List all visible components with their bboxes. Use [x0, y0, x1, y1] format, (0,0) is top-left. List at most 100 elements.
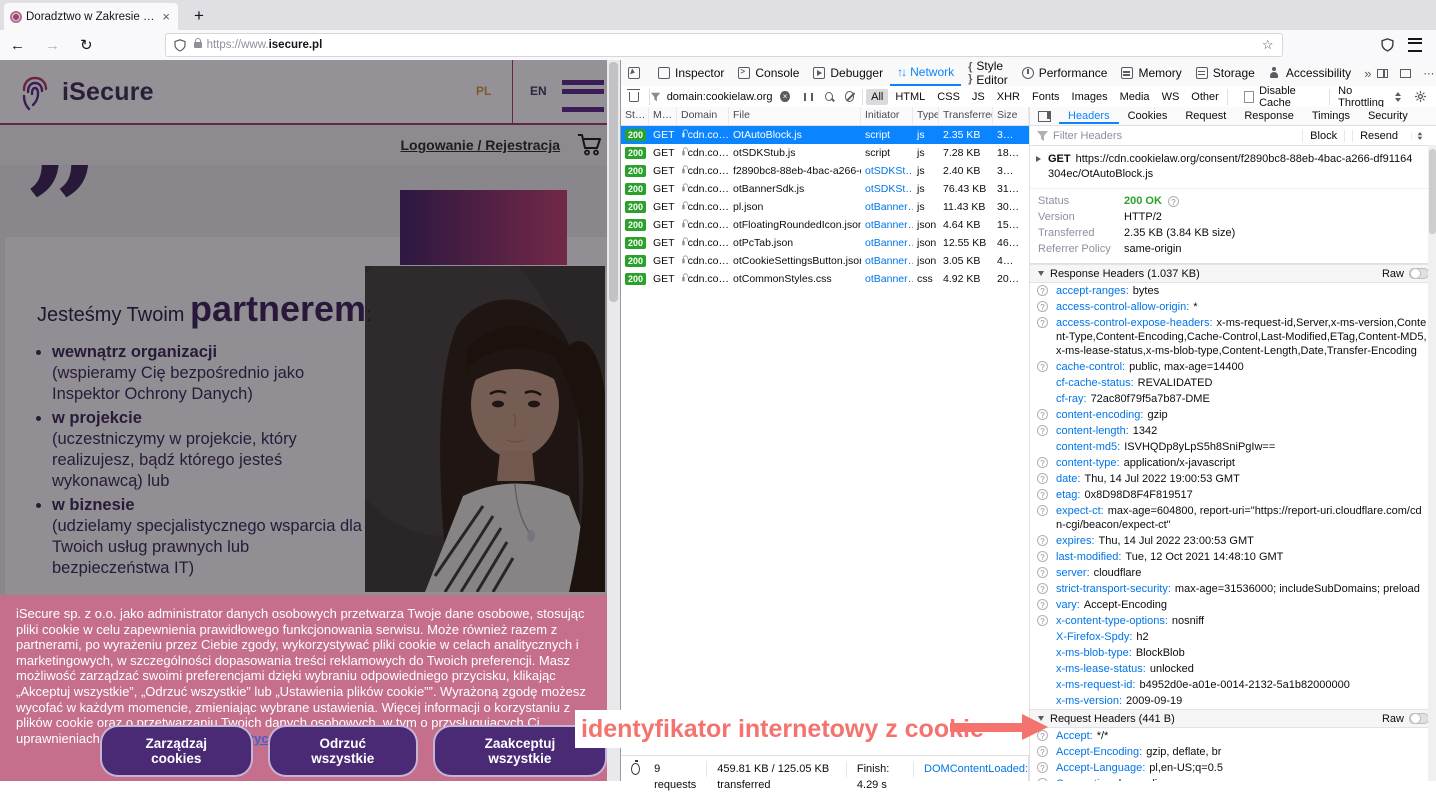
url-bar[interactable]: https://www. isecure.pl ☆: [165, 33, 1283, 57]
col-file[interactable]: File: [729, 107, 861, 125]
tab-memory[interactable]: Memory: [1114, 61, 1188, 86]
type-filter[interactable]: WS: [1157, 89, 1185, 105]
bookmark-star-icon[interactable]: ☆: [1262, 37, 1274, 53]
menu-icon[interactable]: [1408, 38, 1422, 52]
question-icon[interactable]: [1037, 285, 1048, 296]
stopwatch-icon[interactable]: [631, 763, 640, 775]
detail-scrollbar[interactable]: [1428, 145, 1436, 781]
type-filter[interactable]: JS: [967, 89, 990, 105]
table-row[interactable]: 200 GET cdn.co… otSDKStub.js script js 7…: [621, 144, 1029, 162]
question-icon[interactable]: [1037, 457, 1048, 468]
pause-traffic-icon[interactable]: [804, 93, 813, 101]
tab-accessibility[interactable]: Accessibility: [1262, 61, 1358, 86]
request-headers-section[interactable]: Request Headers (441 B) Raw: [1030, 709, 1436, 728]
type-filter[interactable]: HTML: [890, 89, 930, 105]
tab-storage[interactable]: Storage: [1189, 61, 1262, 86]
clear-requests-icon[interactable]: [629, 92, 639, 102]
type-filter[interactable]: Images: [1067, 89, 1113, 105]
raw-toggle[interactable]: [1409, 268, 1429, 279]
tab-console[interactable]: Console: [731, 61, 806, 86]
back-button[interactable]: ←: [0, 37, 35, 54]
type-filter[interactable]: Other: [1186, 89, 1224, 105]
throttling-select[interactable]: No Throttling: [1338, 85, 1391, 109]
question-icon[interactable]: [1037, 535, 1048, 546]
tracking-shield-icon[interactable]: [174, 39, 186, 52]
overflow-menu-icon[interactable]: ⋯: [1423, 67, 1434, 80]
question-icon[interactable]: [1037, 599, 1048, 610]
question-icon[interactable]: [1037, 505, 1048, 516]
col-method[interactable]: M…: [649, 107, 677, 125]
col-transferred[interactable]: Transferred: [939, 107, 993, 125]
col-status[interactable]: St…: [621, 107, 649, 125]
tab-style-editor[interactable]: { }Style Editor: [961, 61, 1015, 86]
table-row[interactable]: 200 GET cdn.co… otFloatingRoundedIcon.js…: [621, 216, 1029, 234]
dock-icon[interactable]: [1400, 69, 1411, 78]
filter-urls-input[interactable]: domain:cookielaw.org: [667, 91, 773, 103]
cookie-consent-button[interactable]: Zarządzaj cookies: [100, 725, 253, 777]
new-tab-button[interactable]: +: [188, 6, 210, 30]
table-row[interactable]: 200 GET cdn.co… otCookieSettingsButton.j…: [621, 252, 1029, 270]
lock-icon[interactable]: [194, 42, 202, 48]
question-icon[interactable]: [1037, 301, 1048, 312]
tab-inspector[interactable]: Inspector: [651, 61, 731, 86]
question-icon[interactable]: [1037, 551, 1048, 562]
col-domain[interactable]: Domain: [677, 107, 729, 125]
type-filter[interactable]: Fonts: [1027, 89, 1065, 105]
question-icon[interactable]: [1037, 762, 1048, 773]
browser-tab[interactable]: Doradztwo w Zakresie Ochrony Dany ×: [4, 3, 178, 30]
table-row[interactable]: 200 GET cdn.co… otCommonStyles.css otBan…: [621, 270, 1029, 288]
detail-tab[interactable]: Cookies: [1119, 108, 1177, 124]
table-row[interactable]: 200 GET cdn.co… pl.json otBanner… js 11.…: [621, 198, 1029, 216]
more-tabs-icon[interactable]: »: [1358, 66, 1377, 81]
col-initiator[interactable]: Initiator: [861, 107, 913, 125]
table-row[interactable]: 200 GET cdn.co… OtAutoBlock.js script js…: [621, 126, 1029, 144]
table-row[interactable]: 200 GET cdn.co… otPcTab.json otBanner… j…: [621, 234, 1029, 252]
detail-tab[interactable]: Request: [1176, 108, 1235, 124]
question-icon[interactable]: [1037, 473, 1048, 484]
question-icon[interactable]: [1037, 361, 1048, 372]
filter-headers-input[interactable]: Filter Headers: [1053, 130, 1122, 142]
table-row[interactable]: 200 GET cdn.co… otBannerSdk.js otSDKSt… …: [621, 180, 1029, 198]
block-requests-icon[interactable]: [845, 91, 855, 102]
col-type[interactable]: Type: [913, 107, 939, 125]
question-icon[interactable]: [1037, 583, 1048, 594]
type-filter[interactable]: XHR: [992, 89, 1025, 105]
resend-button[interactable]: Resend: [1344, 130, 1436, 142]
scrollbar-thumb[interactable]: [609, 62, 618, 302]
question-icon[interactable]: [1037, 746, 1048, 757]
detail-tab[interactable]: Headers: [1059, 108, 1119, 124]
question-icon[interactable]: [1037, 489, 1048, 500]
tab-performance[interactable]: Performance: [1015, 61, 1115, 86]
table-row[interactable]: 200 GET cdn.co… f2890bc8-88eb-4bac-a266-…: [621, 162, 1029, 180]
type-filter[interactable]: All: [866, 89, 888, 105]
question-icon[interactable]: [1168, 196, 1179, 207]
type-filter[interactable]: Media: [1115, 89, 1155, 105]
detail-tab[interactable]: Response: [1235, 108, 1303, 124]
forward-button[interactable]: →: [35, 37, 70, 54]
detail-tab[interactable]: Timings: [1303, 108, 1359, 124]
request-url-row[interactable]: GEThttps://cdn.cookielaw.org/consent/f28…: [1030, 146, 1436, 189]
question-icon[interactable]: [1037, 317, 1048, 328]
scrollbar-thumb[interactable]: [1429, 149, 1436, 234]
block-button[interactable]: Block: [1302, 130, 1344, 142]
split-console-icon[interactable]: [1377, 69, 1388, 78]
tab-network[interactable]: ↑↓Network: [890, 61, 961, 86]
disable-cache-checkbox[interactable]: [1244, 91, 1254, 103]
shield-icon[interactable]: [1381, 38, 1394, 52]
cookie-consent-button[interactable]: Odrzuć wszystkie: [268, 725, 418, 777]
type-filter[interactable]: CSS: [932, 89, 965, 105]
search-icon[interactable]: [825, 92, 833, 101]
question-icon[interactable]: [1037, 615, 1048, 626]
question-icon[interactable]: [1037, 409, 1048, 420]
network-settings-gear-icon[interactable]: [1415, 90, 1426, 103]
close-tab-icon[interactable]: ×: [160, 9, 172, 24]
reload-button[interactable]: ↻: [70, 36, 103, 54]
collapse-detail-icon[interactable]: [1038, 111, 1051, 122]
raw-toggle[interactable]: [1409, 713, 1429, 724]
tab-debugger[interactable]: Debugger: [806, 61, 890, 86]
question-icon[interactable]: [1037, 425, 1048, 436]
detail-tab[interactable]: Security: [1359, 108, 1417, 124]
clear-filter-icon[interactable]: ×: [780, 91, 789, 102]
response-headers-section[interactable]: Response Headers (1.037 KB) Raw: [1030, 264, 1436, 283]
page-scrollbar[interactable]: [607, 60, 620, 781]
